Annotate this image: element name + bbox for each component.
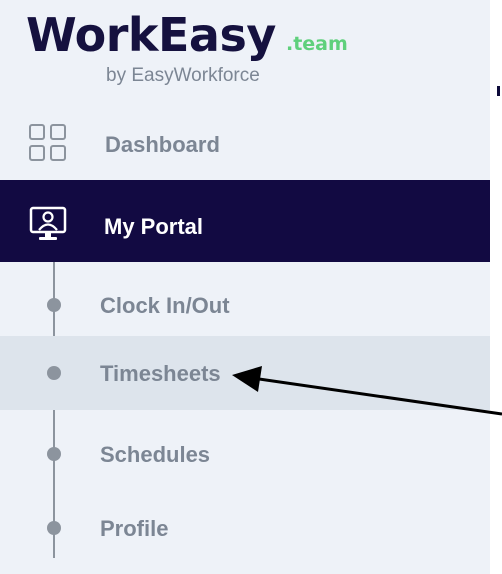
tree-dot [47,447,61,461]
sub-item-label: Clock In/Out [100,293,230,318]
page: WorkEasy .team by EasyWorkforce Dashboar… [0,0,502,574]
sub-item-label: Schedules [100,442,211,467]
logo-tagline: by EasyWorkforce [106,65,260,86]
content-edge-mark [497,86,500,96]
tree-dot [47,521,61,535]
monitor-user-icon [28,206,70,249]
tree-dot [47,298,61,312]
logo-wordmark[interactable]: WorkEasy [26,4,276,66]
sub-item-timesheets[interactable]: Timesheets [0,336,490,410]
nav-dashboard[interactable]: Dashboard [0,115,490,177]
nav-my-portal[interactable]: My Portal [0,180,490,262]
sub-item-label: Timesheets [100,361,221,386]
sub-item-profile[interactable]: Profile [0,491,490,565]
logo-suffix: .team [286,33,348,55]
grid-icon [28,123,68,168]
sub-item-label: Profile [100,516,169,541]
sidebar: WorkEasy .team by EasyWorkforce Dashboar… [0,0,490,574]
sub-item-clock-in-out[interactable]: Clock In/Out [0,268,490,342]
nav-my-portal-label: My Portal [104,214,204,239]
sub-item-schedules[interactable]: Schedules [0,417,490,491]
content-edge [490,0,502,574]
nav-dashboard-label: Dashboard [105,132,220,157]
tree-dot [47,366,61,380]
